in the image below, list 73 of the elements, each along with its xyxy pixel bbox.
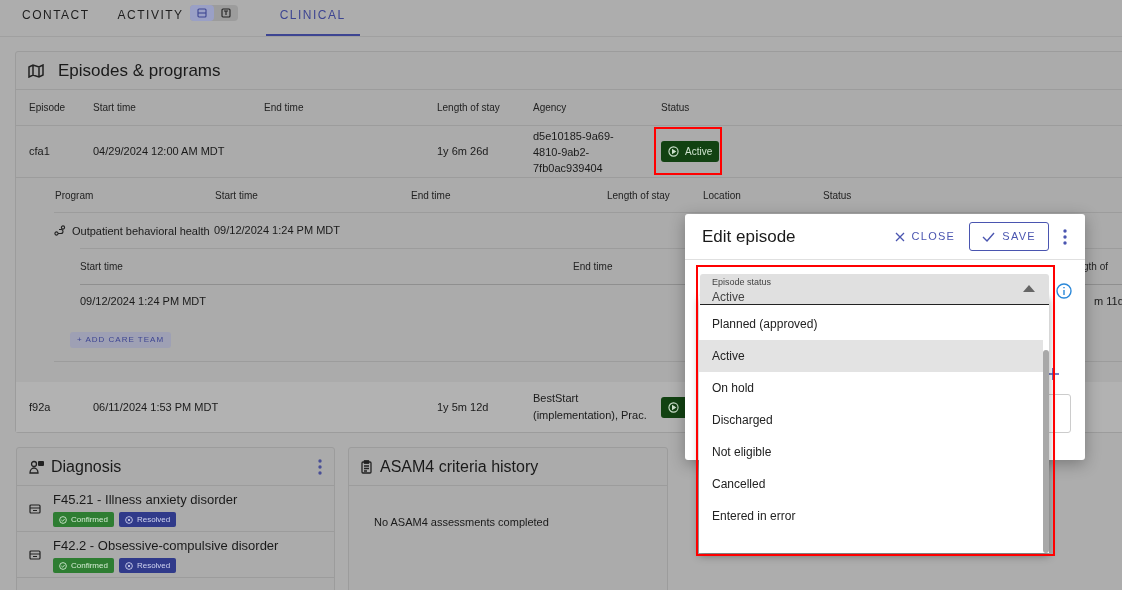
plus-icon[interactable] bbox=[1047, 368, 1059, 380]
table-cell-text: d5e10185-9a69-4810-9ab2-7fb0ac939404 bbox=[533, 128, 615, 176]
more-icon[interactable] bbox=[318, 458, 322, 475]
column-header: End time bbox=[264, 101, 305, 115]
close-button[interactable]: CLOSE bbox=[895, 228, 956, 245]
table-cell-text: 09/12/2024 1:24 PM MDT bbox=[80, 294, 206, 310]
branch-icon bbox=[54, 224, 66, 236]
table-cell-text: BestStart (implementation), Prac. bbox=[533, 391, 648, 423]
view-toggle-button[interactable] bbox=[189, 4, 214, 21]
panel-title: ASAM4 criteria history bbox=[380, 456, 539, 477]
table-cell-text: f92a bbox=[29, 399, 52, 415]
x-circle-icon bbox=[124, 561, 133, 570]
status-tag: Confirmed bbox=[53, 558, 114, 574]
column-header: Start time bbox=[80, 260, 124, 274]
doctor-icon bbox=[29, 459, 45, 474]
column-header: Status bbox=[661, 101, 691, 115]
column-header: End time bbox=[573, 260, 614, 274]
diagnosis-name: F42.2 - Obsessive-compulsive disorder bbox=[53, 536, 279, 555]
table-cell-text: cfa1 bbox=[29, 144, 51, 160]
dropdown-option[interactable]: Entered in error bbox=[699, 500, 1043, 532]
panel-title: Diagnosis bbox=[51, 456, 123, 477]
info-icon[interactable] bbox=[1056, 283, 1072, 299]
table-cell-text: 1y 5m 12d bbox=[437, 399, 490, 415]
column-header: Agency bbox=[533, 101, 568, 115]
status-tag: Resolved bbox=[118, 558, 177, 574]
caret-up-icon bbox=[1023, 285, 1035, 292]
column-header: Length of stay bbox=[437, 101, 501, 115]
card-icon bbox=[29, 503, 41, 514]
close-icon bbox=[895, 231, 906, 242]
table-cell-text: 04/29/2024 12:00 AM MDT bbox=[93, 144, 226, 160]
check-circle-icon bbox=[59, 561, 67, 570]
table-cell-text: 1y 6m 26d bbox=[437, 144, 490, 160]
dropdown-option[interactable]: Planned (approved) bbox=[699, 308, 1043, 340]
check-icon bbox=[982, 231, 996, 242]
scrollbar[interactable] bbox=[1043, 350, 1049, 553]
map-icon bbox=[28, 63, 44, 78]
check-circle-icon bbox=[59, 515, 67, 524]
column-header: Status bbox=[823, 188, 853, 203]
dropdown-option[interactable]: Not eligible bbox=[699, 436, 1043, 468]
more-icon[interactable] bbox=[1063, 228, 1067, 245]
column-header: Start time bbox=[93, 101, 137, 115]
column-header: Length of stay bbox=[607, 188, 671, 203]
tab[interactable]: ACTIVITY bbox=[117, 0, 184, 36]
clipboard-icon bbox=[361, 459, 372, 474]
status-tag: Confirmed bbox=[53, 512, 114, 528]
diagnosis-name: F45.21 - Illness anxiety disorder bbox=[53, 490, 238, 509]
add-care-team-button[interactable]: + ADD CARE TEAM bbox=[70, 331, 172, 348]
dropdown-option[interactable]: Active bbox=[699, 340, 1043, 372]
dropdown-option[interactable]: On hold bbox=[699, 372, 1043, 404]
list-icon bbox=[196, 7, 207, 18]
card-icon bbox=[29, 549, 41, 560]
dropdown-option[interactable]: Discharged bbox=[699, 404, 1043, 436]
status-badge: Active bbox=[661, 141, 720, 162]
table-cell: Outpatient behavioral health bbox=[54, 222, 214, 239]
column-header: Episode bbox=[29, 101, 67, 115]
play-icon bbox=[668, 401, 679, 413]
panel-title: Episodes & programs bbox=[58, 59, 221, 82]
play-icon bbox=[668, 146, 679, 157]
column-header: End time bbox=[411, 188, 452, 203]
table-cell-text: 09/12/2024 1:24 PM MDT bbox=[214, 223, 341, 239]
column-header: Program bbox=[55, 188, 95, 203]
select-field[interactable]: Episode status Active bbox=[700, 274, 1049, 305]
x-circle-icon bbox=[124, 515, 133, 524]
column-header: Location bbox=[703, 188, 742, 203]
tab[interactable]: CONTACT bbox=[22, 0, 90, 36]
status-tag: Resolved bbox=[118, 512, 177, 528]
dialog-title: Edit episode bbox=[702, 225, 797, 248]
panel-icon bbox=[220, 7, 231, 18]
table-cell-text: 06/11/2024 1:53 PM MDT bbox=[93, 399, 220, 415]
empty-message: No ASAM4 assessments completed bbox=[373, 515, 550, 530]
save-button[interactable]: SAVE bbox=[969, 222, 1049, 251]
dropdown-option[interactable]: Cancelled bbox=[699, 468, 1043, 500]
column-header: Start time bbox=[215, 188, 259, 203]
